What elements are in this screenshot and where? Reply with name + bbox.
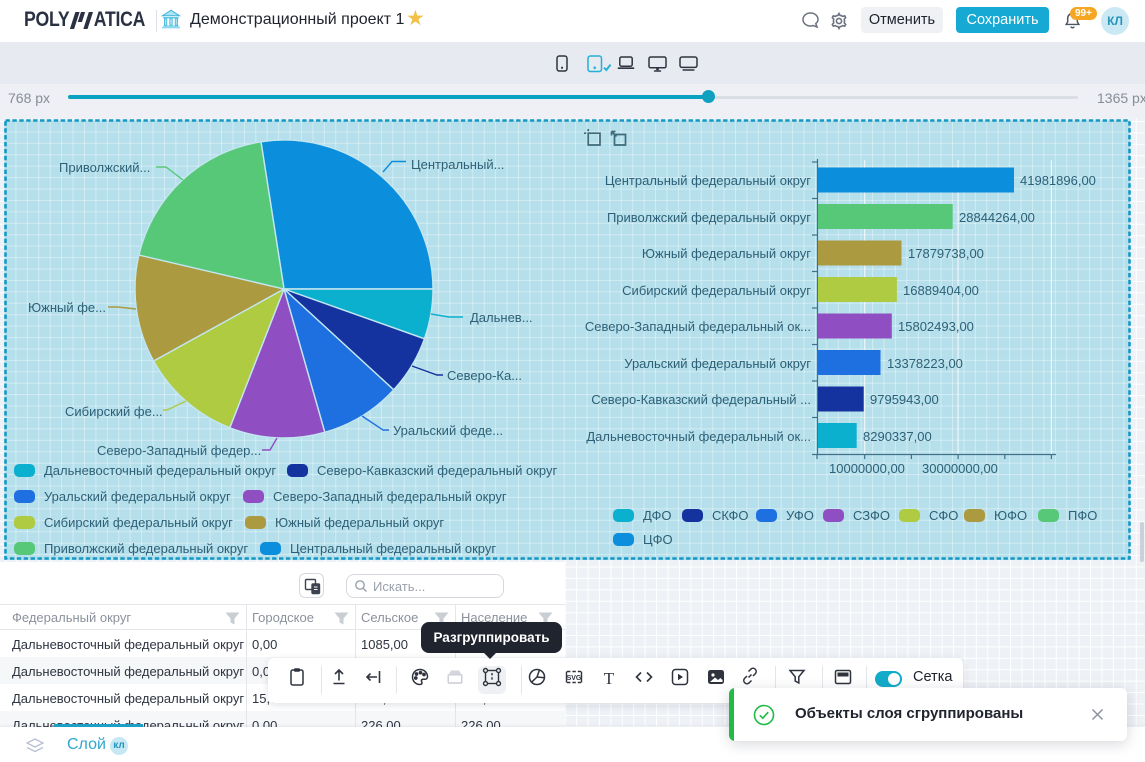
- svg-text:SVG: SVG: [567, 675, 582, 682]
